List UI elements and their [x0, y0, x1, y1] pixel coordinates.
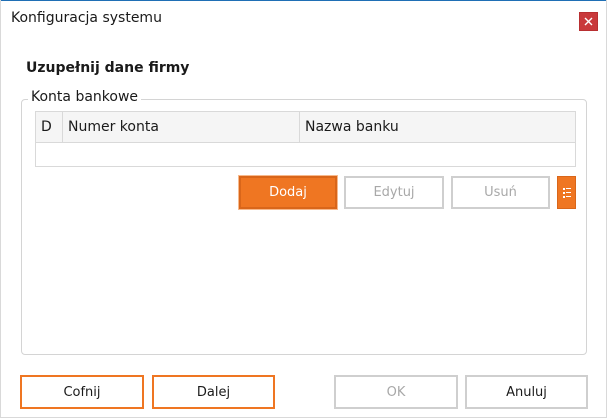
column-header-bank-name[interactable]: Nazwa banku	[300, 112, 575, 143]
list-icon	[562, 187, 571, 198]
column-header-account-number[interactable]: Numer konta	[63, 112, 300, 143]
add-button[interactable]: Dodaj	[239, 176, 337, 209]
close-button[interactable]	[579, 12, 598, 31]
delete-button[interactable]: Usuń	[451, 176, 550, 209]
column-header-default[interactable]: D	[36, 112, 63, 143]
bank-accounts-grid[interactable]: D Numer konta Nazwa banku	[35, 111, 576, 167]
edit-button[interactable]: Edytuj	[344, 176, 444, 209]
ok-button[interactable]: OK	[334, 375, 458, 409]
back-button[interactable]: Cofnij	[20, 375, 144, 409]
grid-menu-button[interactable]	[557, 176, 576, 209]
section-heading: Uzupełnij dane firmy	[26, 60, 190, 76]
groupbox-legend: Konta bankowe	[28, 89, 142, 105]
dialog-window: Konfiguracja systemu Uzupełnij dane firm…	[0, 0, 607, 418]
title-bar[interactable]: Konfiguracja systemu	[1, 1, 606, 37]
close-icon	[584, 17, 593, 26]
next-button[interactable]: Dalej	[152, 375, 275, 409]
grid-header: D Numer konta Nazwa banku	[36, 112, 575, 143]
window-title: Konfiguracja systemu	[11, 10, 162, 26]
cancel-button[interactable]: Anuluj	[465, 375, 588, 409]
